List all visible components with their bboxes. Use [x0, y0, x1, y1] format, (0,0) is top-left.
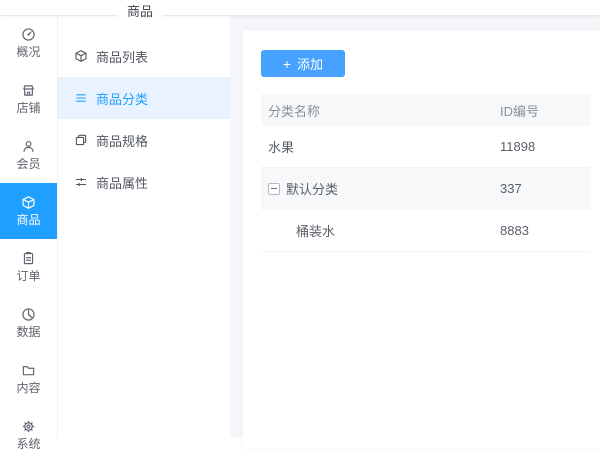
user-icon — [21, 139, 36, 154]
sidebar-item-product[interactable]: 商品 — [0, 183, 57, 239]
submenu-item-product-category[interactable]: 商品分类 — [58, 77, 230, 119]
submenu-item-product-attr[interactable]: 商品属性 — [58, 161, 230, 203]
submenu-item-label: 商品列表 — [96, 47, 148, 66]
column-header-category-name: 分类名称 — [261, 101, 500, 120]
list-icon — [74, 91, 88, 105]
cube-icon — [74, 49, 88, 63]
sidebar-item-label: 订单 — [16, 270, 40, 283]
pie-chart-icon — [21, 307, 36, 322]
sidebar-item-overview[interactable]: 概况 — [0, 15, 57, 71]
sidebar-item-label: 概况 — [16, 46, 40, 59]
submenu-item-product-list[interactable]: 商品列表 — [58, 35, 230, 77]
sidebar-item-label: 会员 — [16, 158, 40, 171]
sidebar-item-label: 店铺 — [16, 102, 40, 115]
category-id-cell: 8883 — [500, 223, 590, 238]
category-id-cell: 11898 — [500, 139, 590, 154]
sidebar-item-data[interactable]: 数据 — [0, 295, 57, 351]
column-header-id: ID编号 — [500, 101, 590, 120]
sidebar-item-order[interactable]: 订单 — [0, 239, 57, 295]
content-card: + 添加 分类名称 ID编号 水果 11898 默认分类 337 桶装水 8883 — [243, 30, 600, 448]
category-name-cell: 默认分类 — [261, 179, 500, 198]
cube-icon — [21, 195, 36, 210]
gear-icon — [21, 419, 36, 434]
category-name-text: 桶装水 — [296, 221, 335, 240]
primary-sidebar: 概况店铺会员商品订单数据内容系统 — [0, 15, 58, 438]
submenu-item-label: 商品分类 — [96, 89, 148, 108]
table-header-row: 分类名称 ID编号 — [261, 94, 590, 126]
category-id-cell: 337 — [500, 181, 590, 196]
add-button-label: 添加 — [297, 54, 323, 73]
table-body: 水果 11898 默认分类 337 桶装水 8883 — [261, 126, 590, 252]
storefront-icon — [21, 83, 36, 98]
collapse-toggle-icon[interactable] — [268, 183, 280, 195]
category-name-text: 默认分类 — [286, 179, 338, 198]
sidebar-item-system[interactable]: 系统 — [0, 407, 57, 463]
category-name-cell: 桶装水 — [261, 221, 500, 240]
sidebar-item-shop[interactable]: 店铺 — [0, 71, 57, 127]
sidebar-item-label: 内容 — [16, 382, 40, 395]
submenu-item-product-spec[interactable]: 商品规格 — [58, 119, 230, 161]
main-area: + 添加 分类名称 ID编号 水果 11898 默认分类 337 桶装水 8883 — [230, 15, 600, 438]
category-table: 分类名称 ID编号 水果 11898 默认分类 337 桶装水 8883 — [261, 94, 590, 252]
table-row: 水果 11898 — [261, 126, 590, 168]
table-row: 默认分类 337 — [261, 168, 590, 210]
plus-icon: + — [283, 57, 291, 71]
sidebar-item-label: 数据 — [16, 326, 40, 339]
category-name-cell: 水果 — [261, 137, 500, 156]
gauge-icon — [21, 27, 36, 42]
category-name-text: 水果 — [268, 137, 294, 156]
sidebar-item-content[interactable]: 内容 — [0, 351, 57, 407]
submenu-item-label: 商品属性 — [96, 173, 148, 192]
sliders-icon — [74, 175, 88, 189]
submenu-item-label: 商品规格 — [96, 131, 148, 150]
sidebar-item-member[interactable]: 会员 — [0, 127, 57, 183]
sidebar-item-label: 系统 — [16, 438, 40, 451]
submenu-title: 商品 — [118, 3, 162, 21]
table-row: 桶装水 8883 — [261, 210, 590, 252]
top-navbar — [0, 0, 600, 16]
add-button[interactable]: + 添加 — [261, 50, 345, 77]
copy-icon — [74, 133, 88, 147]
secondary-sidebar: 商品列表商品分类商品规格商品属性 — [58, 15, 230, 438]
clipboard-icon — [21, 251, 36, 266]
app-window: 商品 概况店铺会员商品订单数据内容系统 商品列表商品分类商品规格商品属性 + 添… — [0, 0, 600, 438]
sidebar-item-label: 商品 — [16, 214, 40, 227]
folder-icon — [21, 363, 36, 378]
